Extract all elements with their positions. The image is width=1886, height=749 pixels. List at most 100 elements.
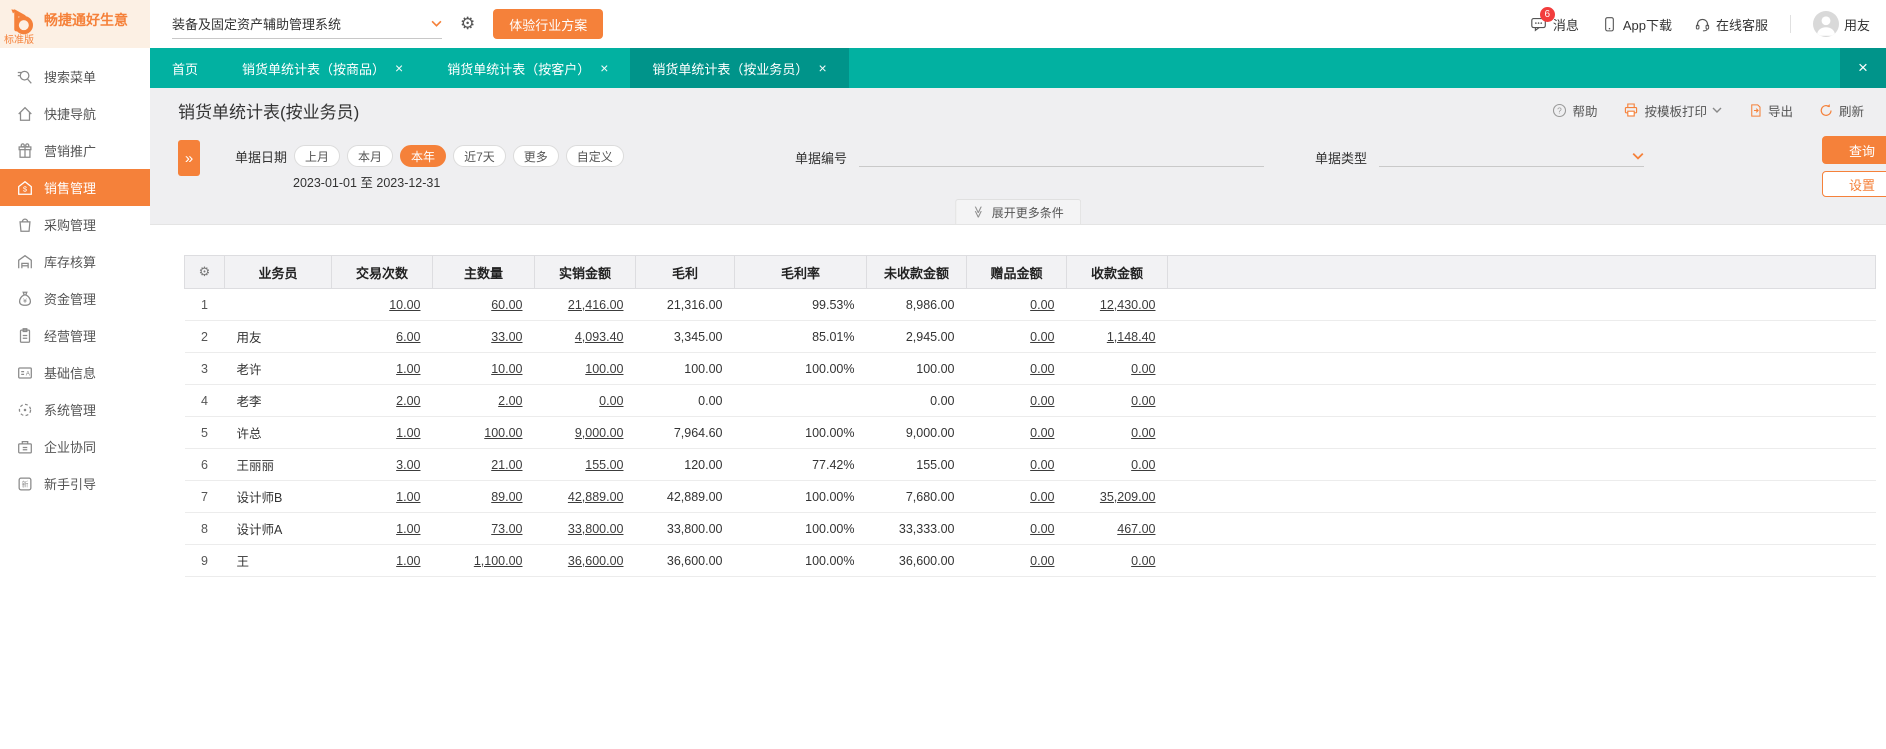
drilldown-link[interactable]: 0.00 xyxy=(1030,362,1054,376)
expand-more-conditions-button[interactable]: ≫ 展开更多条件 xyxy=(955,199,1081,224)
sidebar-item-5[interactable]: 采购管理 xyxy=(0,206,150,243)
drilldown-link[interactable]: 9,000.00 xyxy=(575,426,624,440)
drilldown-link[interactable]: 0.00 xyxy=(1131,394,1155,408)
drilldown-link[interactable]: 0.00 xyxy=(1131,426,1155,440)
drilldown-link[interactable]: 0.00 xyxy=(1131,362,1155,376)
drilldown-link[interactable]: 0.00 xyxy=(599,394,623,408)
sidebar-item-1[interactable]: 搜索菜单 xyxy=(0,58,150,95)
collapse-filter-button[interactable]: » xyxy=(178,140,200,176)
drilldown-link[interactable]: 0.00 xyxy=(1030,298,1054,312)
drilldown-link[interactable]: 6.00 xyxy=(396,330,420,344)
drilldown-link[interactable]: 4,093.40 xyxy=(575,330,624,344)
drilldown-link[interactable]: 1,100.00 xyxy=(474,554,523,568)
drilldown-link[interactable]: 2.00 xyxy=(498,394,522,408)
drilldown-link[interactable]: 0.00 xyxy=(1030,426,1054,440)
drilldown-link[interactable]: 0.00 xyxy=(1131,458,1155,472)
refresh-button[interactable]: 刷新 xyxy=(1819,101,1864,120)
settings-button[interactable]: 设置 xyxy=(1822,171,1886,197)
tab-close-icon[interactable]: × xyxy=(600,61,608,75)
drilldown-link[interactable]: 1.00 xyxy=(396,490,420,504)
date-pill-更多[interactable]: 更多 xyxy=(512,145,559,167)
drilldown-link[interactable]: 100.00 xyxy=(585,362,623,376)
drilldown-link[interactable]: 35,209.00 xyxy=(1100,490,1156,504)
column-settings-icon[interactable]: ⚙ xyxy=(184,255,225,289)
drilldown-link[interactable]: 33,800.00 xyxy=(568,522,624,536)
drilldown-link[interactable]: 1,148.40 xyxy=(1107,330,1156,344)
drilldown-link[interactable]: 1.00 xyxy=(396,362,420,376)
drilldown-link[interactable]: 155.00 xyxy=(585,458,623,472)
cell-交易次数: 2.00 xyxy=(331,384,433,417)
sidebar-item-3[interactable]: 营销推广 xyxy=(0,132,150,169)
drilldown-link[interactable]: 10.00 xyxy=(491,362,522,376)
cell-赠品金额: 0.00 xyxy=(966,512,1067,545)
cell-实销金额: 9,000.00 xyxy=(534,416,636,449)
column-header: 实销金额 xyxy=(534,255,636,289)
drilldown-link[interactable]: 10.00 xyxy=(389,298,420,312)
sidebar-item-12[interactable]: 新 新手引导 xyxy=(0,465,150,502)
drilldown-link[interactable]: 0.00 xyxy=(1030,490,1054,504)
system-select[interactable]: 装备及固定资产辅助管理系统 xyxy=(172,9,442,39)
doc-no-input[interactable] xyxy=(859,145,1265,167)
sidebar-item-7[interactable]: ¥ 资金管理 xyxy=(0,280,150,317)
date-pill-上月[interactable]: 上月 xyxy=(294,145,341,167)
settings-gear-icon[interactable]: ⚙ xyxy=(460,14,475,34)
tab-4[interactable]: 销货单统计表（按业务员） × xyxy=(630,48,849,88)
export-button[interactable]: 导出 xyxy=(1748,101,1793,120)
sidebar-item-11[interactable]: 企业协同 xyxy=(0,428,150,465)
sidebar-item-8[interactable]: 经营管理 xyxy=(0,317,150,354)
trial-industry-button[interactable]: 体验行业方案 xyxy=(493,9,604,39)
drilldown-link[interactable]: 73.00 xyxy=(491,522,522,536)
close-all-tabs-button[interactable]: × xyxy=(1840,48,1886,88)
brand-edition: 标准版 xyxy=(4,35,34,46)
drilldown-link[interactable]: 1.00 xyxy=(396,426,420,440)
print-by-template-button[interactable]: 按模板打印 xyxy=(1623,101,1722,120)
drilldown-link[interactable]: 3.00 xyxy=(396,458,420,472)
date-pill-本年[interactable]: 本年 xyxy=(400,145,447,167)
tab-3[interactable]: 销货单统计表（按客户） × xyxy=(425,48,630,88)
drilldown-link[interactable]: 42,889.00 xyxy=(568,490,624,504)
sidebar-item-label: 新手引导 xyxy=(44,477,97,492)
drilldown-link[interactable]: 21.00 xyxy=(491,458,522,472)
sidebar-item-9[interactable]: A 基础信息 xyxy=(0,354,150,391)
tab-close-icon[interactable]: × xyxy=(395,61,403,75)
drilldown-link[interactable]: 36,600.00 xyxy=(568,554,624,568)
drilldown-link[interactable]: 60.00 xyxy=(491,298,522,312)
online-service-button[interactable]: 在线客服 xyxy=(1694,15,1768,34)
cell-收款金额: 35,209.00 xyxy=(1066,480,1168,513)
tab-2[interactable]: 销货单统计表（按商品） × xyxy=(220,48,425,88)
user-menu[interactable]: 用友 xyxy=(1812,11,1870,37)
drilldown-link[interactable]: 0.00 xyxy=(1131,554,1155,568)
tab-close-icon[interactable]: × xyxy=(818,61,826,75)
sidebar-item-2[interactable]: 快捷导航 xyxy=(0,95,150,132)
date-pill-近7天[interactable]: 近7天 xyxy=(453,145,506,167)
drilldown-link[interactable]: 0.00 xyxy=(1030,522,1054,536)
drilldown-link[interactable]: 467.00 xyxy=(1117,522,1155,536)
drilldown-link[interactable]: 0.00 xyxy=(1030,330,1054,344)
guide-icon: 新 xyxy=(16,475,34,493)
drilldown-link[interactable]: 12,430.00 xyxy=(1100,298,1156,312)
date-pill-本月[interactable]: 本月 xyxy=(347,145,394,167)
topbar-right: 消息 6 App下载 在线客服 用友 xyxy=(1530,6,1886,37)
help-button[interactable]: ? 帮助 xyxy=(1552,101,1597,120)
drilldown-link[interactable]: 0.00 xyxy=(1030,394,1054,408)
doc-type-select[interactable] xyxy=(1379,145,1645,167)
tab-1[interactable]: 首页 xyxy=(150,48,220,88)
date-pill-自定义[interactable]: 自定义 xyxy=(565,145,624,167)
drilldown-link[interactable]: 1.00 xyxy=(396,522,420,536)
cell-毛利率: 77.42% xyxy=(734,448,867,481)
drilldown-link[interactable]: 0.00 xyxy=(1030,458,1054,472)
messages-button[interactable]: 消息 6 xyxy=(1530,6,1579,34)
sidebar-item-6[interactable]: 库存核算 xyxy=(0,243,150,280)
query-button[interactable]: 查询 xyxy=(1822,136,1886,164)
drilldown-link[interactable]: 2.00 xyxy=(396,394,420,408)
drilldown-link[interactable]: 33.00 xyxy=(491,330,522,344)
drilldown-link[interactable]: 1.00 xyxy=(396,554,420,568)
drilldown-link[interactable]: 89.00 xyxy=(491,490,522,504)
sidebar-item-label: 经营管理 xyxy=(44,329,97,344)
app-download-button[interactable]: App下载 xyxy=(1601,15,1672,34)
drilldown-link[interactable]: 100.00 xyxy=(484,426,522,440)
drilldown-link[interactable]: 21,416.00 xyxy=(568,298,624,312)
sidebar-item-10[interactable]: 系统管理 xyxy=(0,391,150,428)
sidebar-item-4[interactable]: $ 销售管理 xyxy=(0,169,150,206)
drilldown-link[interactable]: 0.00 xyxy=(1030,554,1054,568)
